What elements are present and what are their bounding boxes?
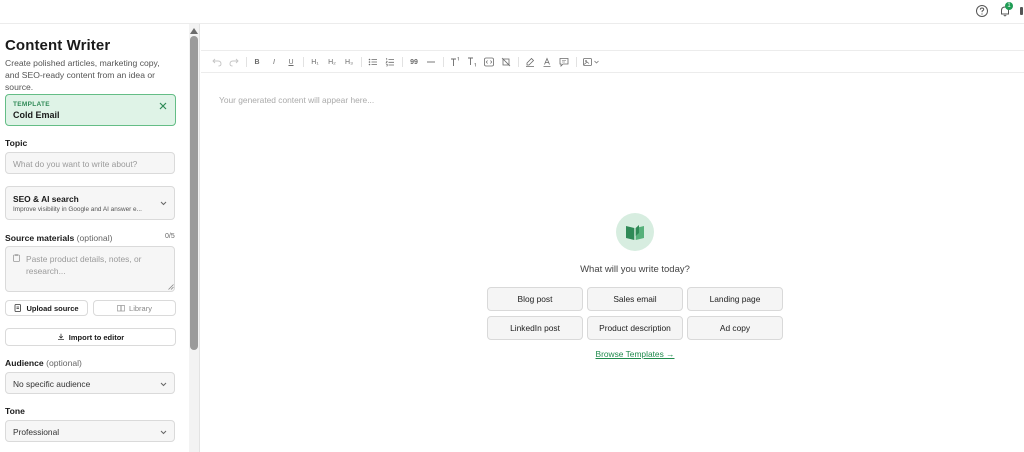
audience-label-text: Audience bbox=[5, 358, 44, 368]
topic-label: Topic bbox=[5, 138, 28, 148]
audience-label: Audience (optional) bbox=[5, 358, 82, 368]
book-icon bbox=[117, 305, 125, 312]
template-card[interactable]: TEMPLATE Cold Email bbox=[5, 94, 176, 126]
sidebar-title: Content Writer bbox=[5, 37, 111, 54]
horizontal-rule-icon[interactable] bbox=[425, 56, 437, 68]
audience-select[interactable]: No specific audience bbox=[5, 372, 175, 394]
source-materials-label: Source materials (optional) bbox=[5, 233, 112, 243]
notification-badge: 1 bbox=[1005, 2, 1013, 10]
chevron-down-icon bbox=[160, 382, 167, 387]
text-color-icon[interactable] bbox=[541, 56, 553, 68]
template-label: TEMPLATE bbox=[13, 101, 50, 108]
sidebar-subtitle: Create polished articles, marketing copy… bbox=[5, 58, 160, 92]
source-count: 0/5 bbox=[165, 233, 175, 240]
source-materials-optional: (optional) bbox=[76, 233, 113, 243]
topic-input[interactable]: What do you want to write about? bbox=[5, 152, 175, 174]
clear-format-icon[interactable] bbox=[500, 56, 512, 68]
clipboard-icon bbox=[13, 254, 20, 262]
import-to-editor-button[interactable]: Import to editor bbox=[5, 328, 176, 346]
heading-2-button[interactable]: H₂ bbox=[326, 56, 338, 68]
close-icon[interactable] bbox=[158, 101, 168, 111]
empty-state-prompt: What will you write today? bbox=[580, 264, 690, 275]
import-icon bbox=[57, 333, 64, 340]
chevron-down-icon bbox=[160, 430, 167, 435]
italic-button[interactable]: I bbox=[268, 56, 280, 68]
sidebar-scroll-thumb[interactable] bbox=[190, 36, 198, 350]
browse-templates-link[interactable]: Browse Templates → bbox=[535, 349, 735, 359]
quote-button[interactable]: 99 bbox=[408, 56, 420, 68]
tone-select[interactable]: Professional bbox=[5, 420, 175, 442]
code-block-icon[interactable] bbox=[483, 56, 495, 68]
topic-placeholder: What do you want to write about? bbox=[13, 159, 138, 169]
template-name: Cold Email bbox=[13, 110, 60, 120]
chevron-down-icon[interactable] bbox=[593, 56, 600, 68]
quick-action-linkedin-post[interactable]: LinkedIn post bbox=[487, 316, 583, 340]
quick-action-product-description[interactable]: Product description bbox=[587, 316, 683, 340]
library-label: Library bbox=[129, 303, 152, 313]
bullet-list-icon[interactable] bbox=[367, 56, 379, 68]
redo-icon[interactable] bbox=[228, 56, 240, 68]
superscript-icon[interactable] bbox=[449, 56, 461, 68]
menu-edge-icon[interactable] bbox=[1020, 7, 1023, 15]
chevron-down-icon bbox=[160, 201, 167, 206]
tone-value: Professional bbox=[13, 427, 60, 437]
quick-action-blog-post[interactable]: Blog post bbox=[487, 287, 583, 311]
help-circle-icon[interactable] bbox=[975, 4, 989, 18]
audience-optional: (optional) bbox=[46, 358, 82, 368]
seo-description: Improve visibility in Google and AI answ… bbox=[13, 206, 142, 213]
quick-action-landing-page[interactable]: Landing page bbox=[687, 287, 783, 311]
source-materials-label-text: Source materials bbox=[5, 233, 75, 243]
bold-button[interactable]: B bbox=[251, 56, 263, 68]
source-materials-placeholder: Paste product details, notes, or researc… bbox=[26, 254, 142, 276]
subscript-icon[interactable] bbox=[466, 56, 478, 68]
undo-icon[interactable] bbox=[211, 56, 223, 68]
seo-title: SEO & AI search bbox=[13, 194, 79, 204]
quick-action-ad-copy[interactable]: Ad copy bbox=[687, 316, 783, 340]
upload-source-label: Upload source bbox=[26, 303, 79, 313]
numbered-list-icon[interactable] bbox=[384, 56, 396, 68]
comment-icon[interactable] bbox=[558, 56, 570, 68]
empty-state-badge bbox=[616, 213, 654, 251]
tone-label: Tone bbox=[5, 406, 25, 416]
heading-1-button[interactable]: H₁ bbox=[309, 56, 321, 68]
editor-placeholder[interactable]: Your generated content will appear here.… bbox=[219, 95, 374, 105]
editor-toolbar: B I U H₁ H₂ H₃ 99 bbox=[201, 50, 1024, 73]
audience-value: No specific audience bbox=[13, 379, 91, 389]
underline-button[interactable]: U bbox=[285, 56, 297, 68]
library-button[interactable]: Library bbox=[93, 300, 176, 316]
top-bar: 1 bbox=[0, 0, 1024, 24]
resize-handle-icon[interactable] bbox=[168, 284, 174, 290]
highlight-icon[interactable] bbox=[524, 56, 536, 68]
content-writer-sidebar: Content Writer Create polished articles,… bbox=[0, 24, 200, 452]
source-materials-textarea[interactable]: Paste product details, notes, or researc… bbox=[5, 246, 175, 292]
quick-action-sales-email[interactable]: Sales email bbox=[587, 287, 683, 311]
import-label: Import to editor bbox=[68, 332, 125, 342]
seo-ai-search-dropdown[interactable]: SEO & AI search Improve visibility in Go… bbox=[5, 186, 175, 220]
open-book-icon bbox=[626, 225, 644, 240]
upload-source-button[interactable]: Upload source bbox=[5, 300, 88, 316]
upload-file-icon bbox=[15, 304, 22, 312]
heading-3-button[interactable]: H₃ bbox=[343, 56, 355, 68]
scroll-up-arrow-icon[interactable] bbox=[190, 28, 198, 34]
